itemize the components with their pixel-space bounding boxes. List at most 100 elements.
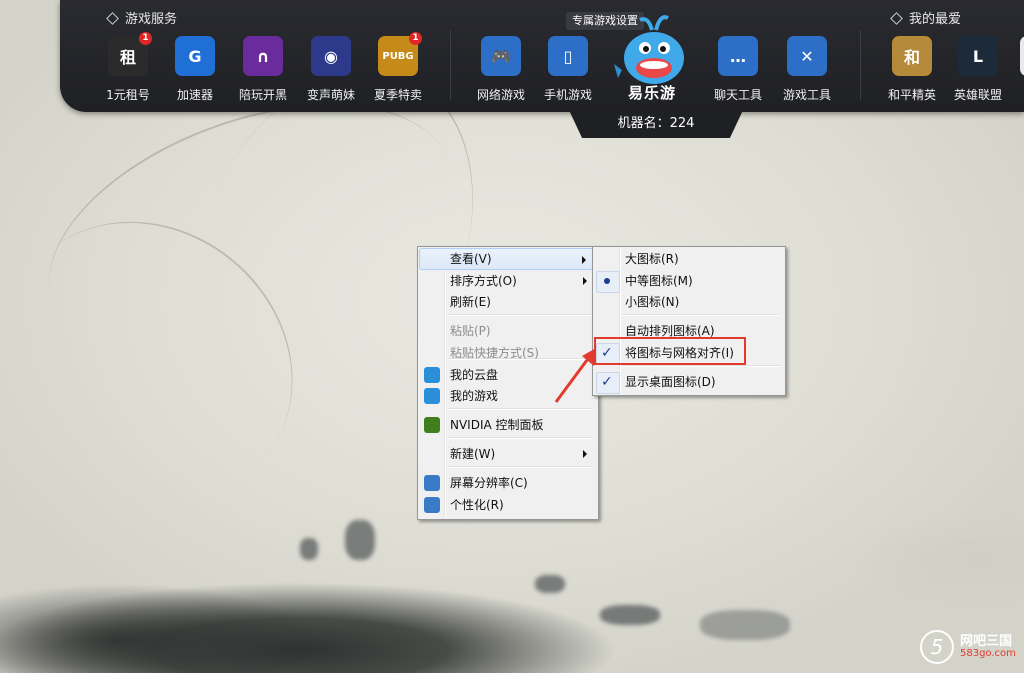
icon-glyph: ▯ [563,46,573,66]
app-tile-lol[interactable]: L 英雄联盟 [946,36,1010,103]
menu-item-label: 我的云盘 [450,368,499,382]
wallpaper-ink-spot [535,575,565,593]
menu-item-label: 粘贴快捷方式(S) [450,346,539,360]
context-menu-item[interactable]: 刷新(E) [419,291,595,313]
monitor-icon [424,475,440,491]
checkmark-icon: ✓ [601,374,613,390]
personalize-icon [424,497,440,513]
menu-item-label: 大图标(R) [625,252,679,266]
app-tile-companion[interactable]: ∩ 陪玩开黑 [231,36,295,103]
section-divider [450,30,451,100]
icon-glyph: ✕ [800,46,814,66]
submenu-arrow-icon [583,277,587,285]
wallpaper-ink-spot [345,520,375,560]
icon-glyph: 🎮 [491,46,511,66]
icon-glyph: 租 [119,48,136,67]
game-services-title: 游戏服务 [106,8,177,27]
favorites-title: 我的最爱 [890,8,961,27]
context-menu-item[interactable]: 屏幕分辨率(C) [419,472,595,494]
view-submenu-item[interactable]: 大图标(R) [594,248,782,270]
cf-icon [1020,36,1024,76]
menu-separator [622,314,780,316]
wallpaper-ink-spot [300,538,318,560]
watermark-url: 583go.com [960,648,1016,659]
voice-changer-icon: ◉ [311,36,351,76]
watermark-logo-icon: 5 [920,630,954,664]
context-menu-item: 粘贴(P) [419,320,595,342]
app-tile-voice-changer[interactable]: ◉ 变声萌妹 [299,36,363,103]
app-label: 加速器 [176,88,213,102]
my-games-icon [424,388,440,404]
rent-account-icon: 租1 [108,32,152,76]
app-tile-gamepad[interactable]: 🎮 网络游戏 [469,36,533,103]
menu-item-label: 个性化(R) [450,498,504,512]
app-tile-rent-account[interactable]: 租 1 1元租号 [96,32,160,103]
nvidia-icon [424,417,440,433]
app-tile-cf[interactable]: 穿 [1008,36,1024,103]
view-submenu-item[interactable]: 小图标(N) [594,291,782,313]
menu-item-label: 显示桌面图标(D) [625,375,716,389]
menu-item-label: 小图标(N) [625,295,680,309]
app-label: 穿 [1008,86,1024,103]
companion-icon: ∩ [243,36,283,76]
view-submenu-item[interactable]: ✓ 显示桌面图标(D) [594,371,782,394]
app-label: 英雄联盟 [953,88,1002,102]
icon-glyph: 和 [903,48,920,67]
icon-glyph: ∩ [256,46,270,66]
view-submenu-item[interactable]: 中等图标(M) [594,270,782,293]
icon-glyph: G [188,46,202,66]
app-tile-pubg-sale[interactable]: PUBG 1 夏季特卖 [366,32,430,103]
app-label: 1元租号 [106,88,150,102]
menu-separator [447,437,593,439]
menu-item-label: 自动排列图标(A) [625,324,715,338]
app-label: 陪玩开黑 [238,88,287,102]
annotation-arrow-icon [554,348,596,403]
app-label: 变声萌妹 [306,88,355,102]
wallpaper-ink-spot [700,610,790,640]
swords-icon: ✕ [787,36,827,76]
peace-elite-icon: 和 [892,36,932,76]
cloud-disk-icon [424,367,440,383]
menu-item-label: 中等图标(M) [625,274,693,288]
gamepad-icon: 🎮 [481,36,521,76]
context-menu-item[interactable]: 个性化(R) [419,494,595,516]
app-tile-swords[interactable]: ✕ 游戏工具 [775,36,839,103]
icon-glyph: … [730,46,746,66]
notification-badge: 1 [139,32,152,45]
app-tile-phone[interactable]: ▯ 手机游戏 [536,36,600,103]
menu-item-label: 粘贴(P) [450,324,491,338]
app-label: 夏季特卖 [373,88,422,102]
context-menu-item[interactable]: 排序方式(O) [419,270,595,292]
app-label: 聊天工具 [713,88,762,102]
submenu-arrow-icon [583,450,587,458]
phone-icon: ▯ [548,36,588,76]
menu-separator [447,466,593,468]
accelerator-icon: G [175,36,215,76]
context-menu-item[interactable]: 查看(V) [419,248,595,270]
menu-item-label: 查看(V) [450,252,492,266]
notification-badge: 1 [409,32,422,45]
wallpaper-ink-spot [600,605,660,625]
icon-glyph: ◉ [324,46,338,66]
context-menu-item[interactable]: NVIDIA 控制面板 [419,414,595,436]
menu-item-label: 刷新(E) [450,295,491,309]
chat-icon: … [718,36,758,76]
app-tile-chat[interactable]: … 聊天工具 [706,36,770,103]
context-menu-item[interactable]: 新建(W) [419,443,595,465]
app-label: 和平精英 [887,88,936,102]
app-label: 游戏工具 [782,88,831,102]
menu-item-label: 新建(W) [450,447,496,461]
menu-item-label: NVIDIA 控制面板 [450,418,544,432]
radio-dot-icon [604,278,610,284]
watermark-title: 网吧三国 [960,634,1013,649]
menu-item-label: 排序方式(O) [450,274,517,288]
watermark: 5 网吧三国 583go.com [920,628,1024,668]
menu-item-label: 屏幕分辨率(C) [450,476,528,490]
annotation-highlight-box [594,337,746,365]
app-tile-accelerator[interactable]: G 加速器 [163,36,227,103]
app-label: 网络游戏 [476,88,525,102]
menu-item-label: 我的游戏 [450,389,499,403]
menu-separator [622,365,780,367]
pubg-sale-icon: PUBG 1 [378,32,422,76]
app-tile-peace-elite[interactable]: 和和平精英 [880,36,944,103]
